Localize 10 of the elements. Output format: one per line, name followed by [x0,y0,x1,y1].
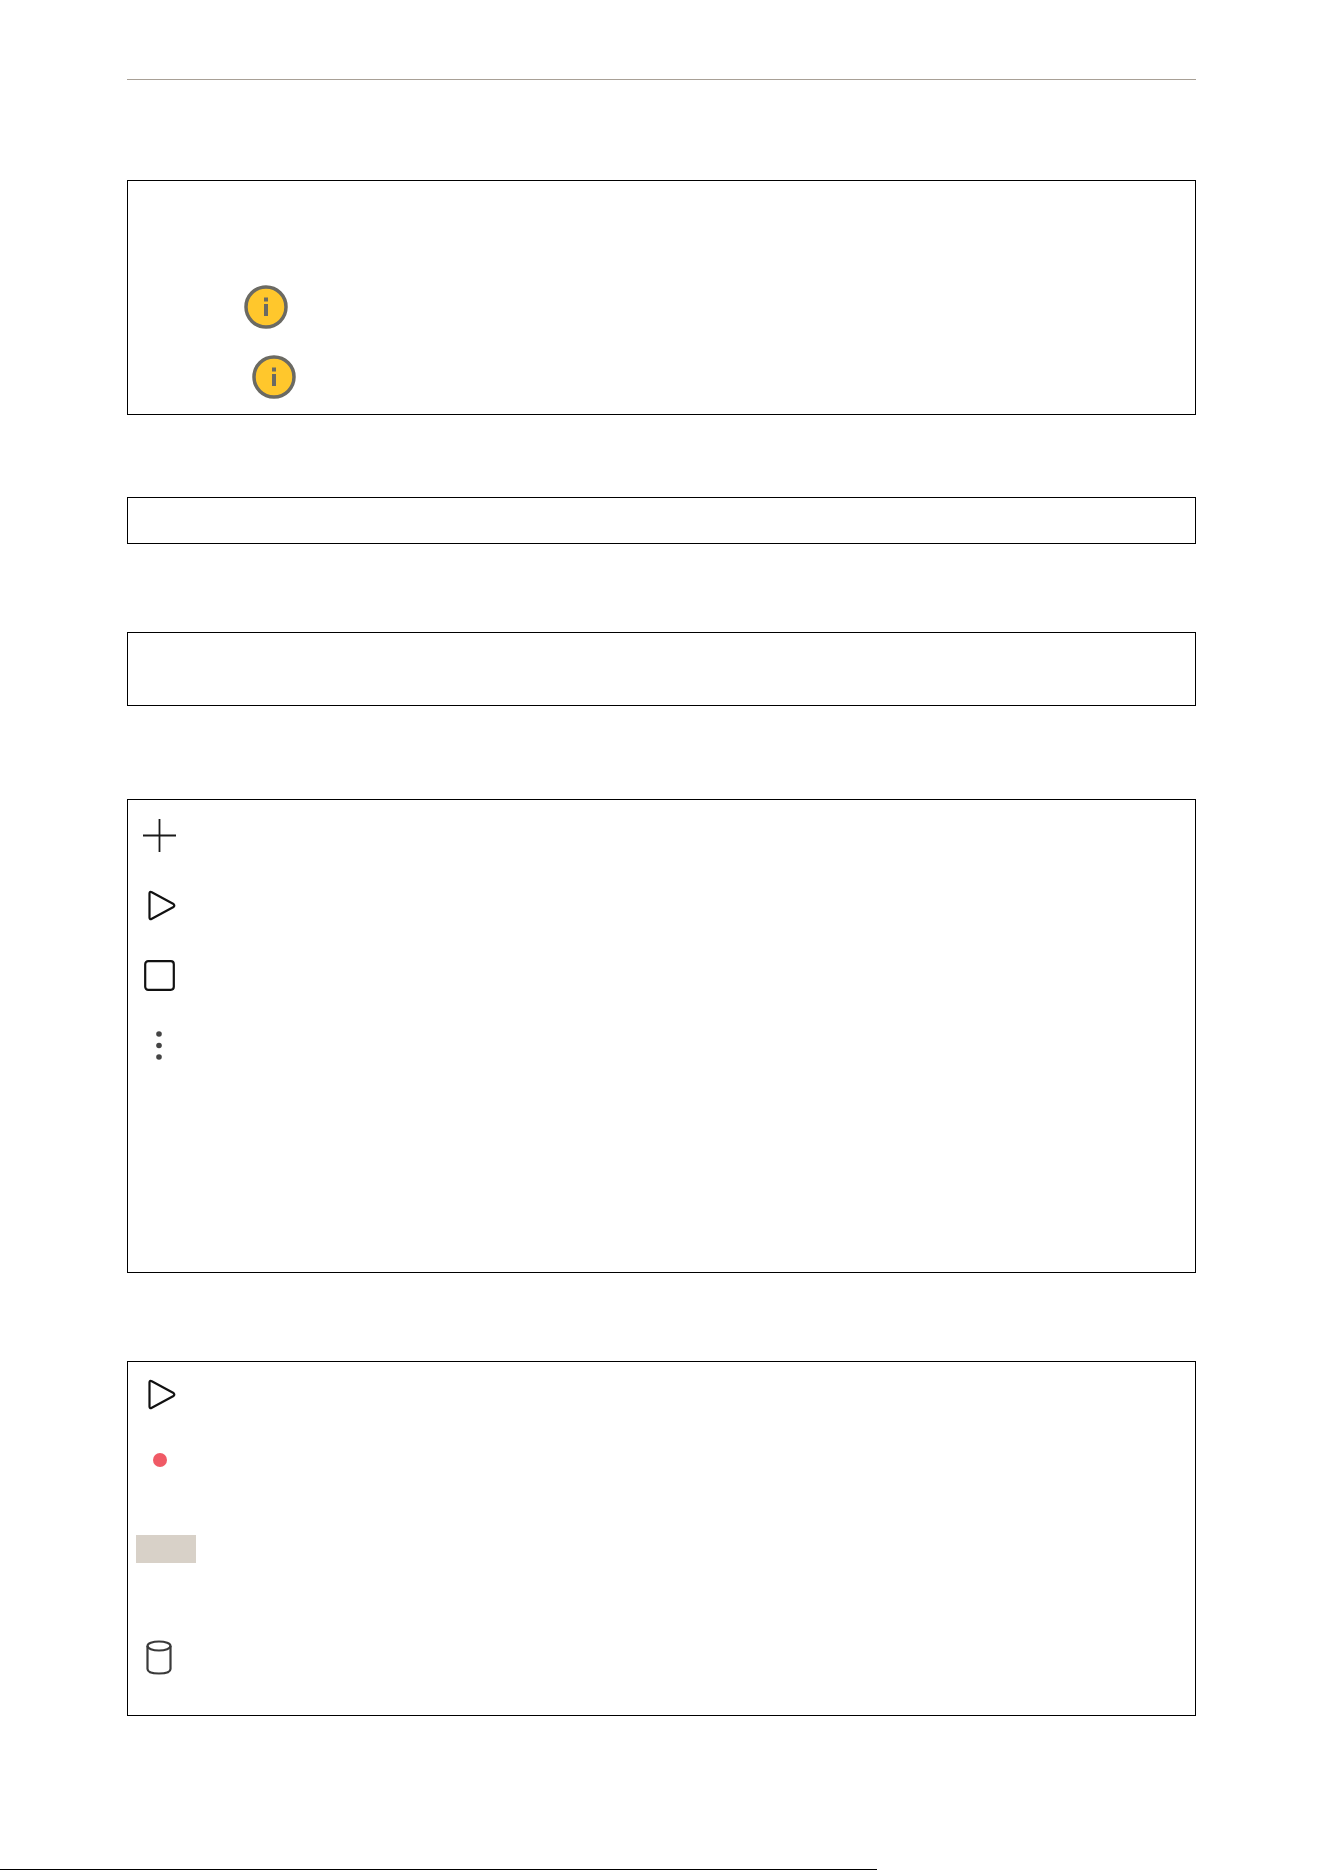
plus-icon [143,818,176,852]
swatch-icon [136,1535,196,1563]
more-icon [156,1030,162,1060]
dot-icon [153,1453,167,1467]
info-icon [252,355,296,399]
square-icon [144,959,175,991]
cylinder-icon [146,1639,172,1675]
info-icon [244,285,288,329]
play-icon [147,889,176,921]
play-icon [147,1378,176,1410]
